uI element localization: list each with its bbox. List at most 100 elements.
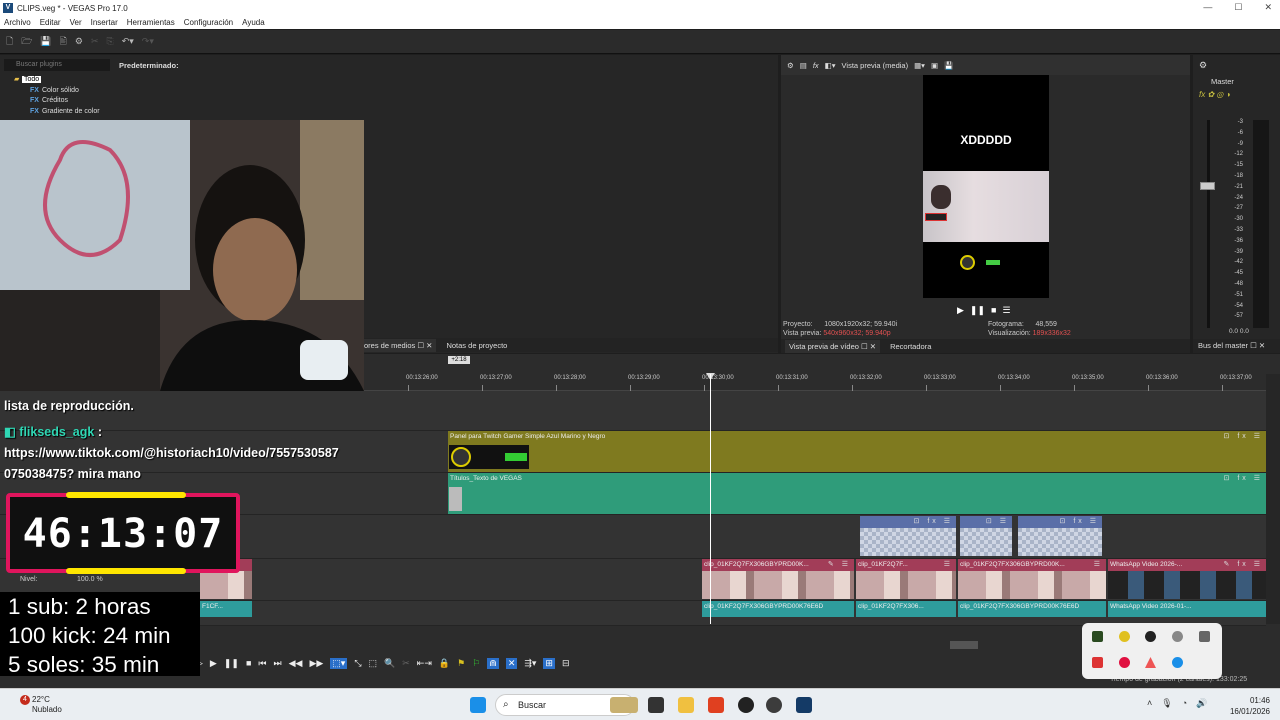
checker-event[interactable]: ⊡ fx ☰ — [1018, 516, 1102, 556]
region-marker[interactable]: +2:18 — [448, 356, 470, 364]
save-snapshot-icon[interactable]: 💾 — [944, 61, 953, 70]
timeline-horizontal-scroll-thumb[interactable] — [950, 641, 978, 649]
volume-icon[interactable]: 🔊 — [1196, 698, 1207, 709]
settings-gear-icon[interactable]: ⚙ — [75, 36, 83, 47]
play-icon[interactable]: ▶ — [210, 658, 217, 669]
stop-icon[interactable]: ■ — [991, 305, 996, 316]
video-event-whatsapp[interactable]: WhatsApp Video 2026-... ✎ fx ☰ — [1108, 559, 1266, 599]
nvidia-icon[interactable] — [1092, 631, 1103, 642]
menu-icon[interactable]: ☰ — [1002, 305, 1010, 316]
stop-icon[interactable]: ■ — [246, 658, 251, 668]
obs-taskbar-icon[interactable] — [738, 697, 754, 713]
go-to-end-icon[interactable]: ⏭ — [273, 658, 281, 669]
tree-item-gradiente[interactable]: FX Gradiente de color — [8, 107, 100, 118]
weather-widget[interactable]: 4 22°C Nublado — [20, 695, 62, 715]
menu-archivo[interactable]: Archivo — [4, 18, 31, 27]
playhead-cursor[interactable] — [710, 374, 711, 624]
microphone-icon[interactable]: 🎙 — [1161, 698, 1172, 709]
panel-event[interactable]: Panel para Twitch Gamer Simple Azul Mari… — [448, 431, 1266, 472]
redo-icon[interactable]: ↷▾ — [142, 36, 154, 47]
event-fx-icon[interactable]: ⊡ fx ☰ — [1224, 474, 1263, 482]
save-icon[interactable]: 💾 — [40, 36, 51, 47]
audio-event[interactable]: clip_01KF2Q7FX306GBYPRD00K76E6D — [958, 601, 1106, 617]
yellow-app-icon[interactable] — [1119, 631, 1130, 642]
marker-icon[interactable]: ⚑ — [457, 658, 465, 669]
region-icon[interactable]: ⚐ — [472, 658, 480, 669]
wifi-icon[interactable]: ◔ — [1182, 698, 1187, 709]
audio-event-left[interactable]: F1CF... — [200, 601, 252, 617]
pause-icon[interactable]: ❚❚ — [970, 305, 985, 316]
snapping-icon[interactable]: ⋒ — [487, 657, 499, 669]
tab-project-media[interactable]: ores de medios ☐ ✕ — [360, 338, 437, 352]
network-icon[interactable] — [1172, 657, 1183, 668]
pen-icon[interactable] — [1172, 631, 1183, 642]
event-fx-icon[interactable]: ⊡ fx ☰ — [1224, 432, 1263, 440]
vegas-taskbar-icon[interactable] — [796, 697, 812, 713]
cut-icon[interactable]: ✂ — [91, 36, 99, 47]
snapshot-icon[interactable]: ▣ — [931, 61, 938, 70]
auto-ripple-icon[interactable]: ⇶▾ — [524, 658, 536, 669]
device-icon[interactable] — [1199, 631, 1210, 642]
security-icon[interactable] — [1092, 657, 1103, 668]
minimize-icon[interactable]: — — [1203, 2, 1212, 13]
render-icon[interactable]: 🖹 — [60, 34, 67, 50]
menu-ver[interactable]: Ver — [70, 18, 82, 27]
tab-video-preview[interactable]: Vista previa de vídeo ☐ ✕ — [785, 339, 881, 353]
video-event[interactable]: clip_01KF2Q7FX306GBYPRD00K... ☰ — [958, 559, 1106, 599]
video-event[interactable]: clip_01KF2Q7FX306GBYPRD00K... ✎ ☰ — [702, 559, 854, 599]
chevron-up-icon[interactable]: ˄ — [1147, 698, 1152, 709]
obs-icon[interactable] — [1145, 631, 1156, 642]
envelope-tool-icon[interactable]: ⤡ — [354, 658, 361, 669]
split-screen-icon[interactable]: ◧▾ — [825, 61, 836, 70]
app-taskbar-icon[interactable] — [766, 697, 782, 713]
master-fx-icon[interactable]: fx ✿ ◎ ◑ — [1199, 90, 1230, 99]
lock-envelopes-icon[interactable]: ⊞ — [543, 657, 555, 669]
split-icon[interactable]: ✂ — [402, 658, 410, 669]
trim-icon[interactable]: ⇤⇥ — [417, 658, 432, 669]
preview-fx-icon[interactable]: fx — [813, 61, 819, 70]
checker-event[interactable]: ⊡ fx ☰ — [860, 516, 956, 556]
master-bus-tab[interactable]: Bus del master ☐ ✕ — [1193, 339, 1280, 353]
menu-ayuda[interactable]: Ayuda — [242, 18, 265, 27]
go-to-start-icon[interactable]: ⏮ — [258, 658, 266, 669]
checker-event[interactable]: ⊡ ☰ — [960, 516, 1012, 556]
tree-item-color-solido[interactable]: FX Color sólido — [8, 86, 100, 97]
master-settings-icon[interactable]: ⚙ — [1199, 60, 1207, 71]
task-view-icon[interactable] — [648, 697, 664, 713]
menu-configuracion[interactable]: Configuración — [184, 18, 233, 27]
play-icon[interactable]: ▶ — [957, 305, 964, 316]
ignore-grouping-icon[interactable]: ⊟ — [562, 658, 570, 669]
maximize-icon[interactable]: ☐ — [1234, 2, 1242, 13]
open-folder-icon[interactable]: 🗁 — [21, 34, 32, 50]
audio-event[interactable]: clip_01KF2Q7FX306... — [856, 601, 956, 617]
titles-event[interactable]: Títulos_Texto de VEGAS ⊡ fx ☰ — [448, 473, 1266, 514]
tab-trimmer[interactable]: Recortadora — [890, 342, 931, 351]
audio-event[interactable]: clip_01KF2Q7FX306GBYPRD00K76E6D — [702, 601, 854, 617]
tree-item-creditos[interactable]: FX Créditos — [8, 96, 100, 107]
auto-crossfade-icon[interactable]: ✕ — [505, 657, 518, 669]
adobe-icon[interactable] — [1145, 657, 1156, 668]
normal-edit-tool-icon[interactable]: ⬚▾ — [330, 657, 348, 669]
video-event[interactable]: clip_01KF2Q7F... ☰ — [856, 559, 956, 599]
zoom-tool-icon[interactable]: 🔍 — [384, 658, 395, 669]
master-fader-track[interactable] — [1207, 120, 1210, 328]
overlays-icon[interactable]: ▦▾ — [914, 61, 925, 70]
timeline-vertical-scrollbar[interactable] — [1266, 374, 1280, 624]
audio-event-whatsapp[interactable]: WhatsApp Video 2026-01-... — [1108, 601, 1266, 617]
selection-tool-icon[interactable]: ⬚ — [369, 658, 378, 669]
file-explorer-icon[interactable] — [678, 697, 694, 713]
preview-quality-dropdown[interactable]: Vista previa (media) — [842, 61, 909, 70]
menu-editar[interactable]: Editar — [40, 18, 61, 27]
new-file-icon[interactable]: 🗋 — [6, 34, 13, 50]
undo-icon[interactable]: ↶▾ — [122, 36, 134, 47]
prev-frame-icon[interactable]: ◀◀ — [289, 658, 303, 669]
record-icon[interactable] — [1119, 657, 1130, 668]
master-fader-handle[interactable] — [1200, 182, 1215, 190]
windows-start-icon[interactable] — [470, 697, 486, 713]
preview-properties-icon[interactable]: ▤ — [800, 61, 807, 70]
time-ruler[interactable]: 00:13:26;00 00:13:27;00 00:13:28;00 00:13:2… — [364, 371, 1266, 391]
brave-icon[interactable] — [708, 697, 724, 713]
close-icon[interactable]: ✕ — [1264, 2, 1272, 13]
plugin-search-input[interactable]: Buscar plugins — [4, 59, 110, 71]
menu-herramientas[interactable]: Herramientas — [127, 18, 175, 27]
